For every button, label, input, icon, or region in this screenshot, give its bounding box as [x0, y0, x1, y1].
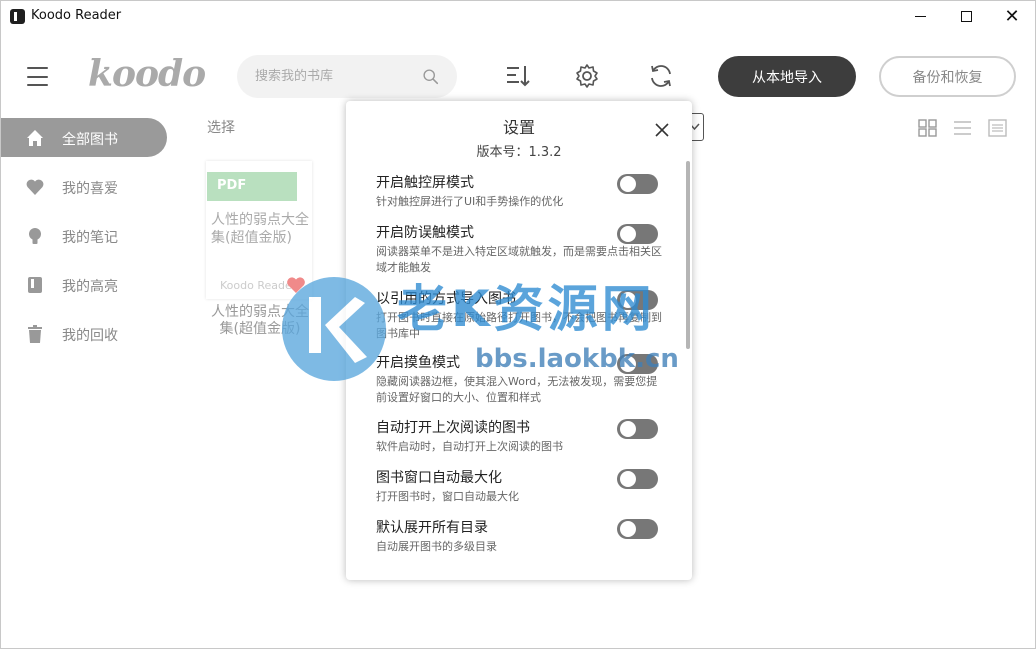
- version-label: 版本号：1.3.2: [476, 145, 562, 160]
- setting-desc: 打开图书时，窗口自动最大化: [376, 490, 519, 503]
- auto-maximize-toggle[interactable]: [617, 469, 658, 489]
- trash-icon: [28, 325, 42, 343]
- search-icon[interactable]: [422, 68, 439, 85]
- setting-desc: 软件启动时，自动打开上次阅读的图书: [376, 440, 563, 453]
- sidebar-item-highlights[interactable]: 我的高亮: [1, 265, 167, 304]
- close-window-button[interactable]: ✕: [989, 1, 1035, 32]
- book-format-badge: PDF: [207, 172, 297, 201]
- dialog-scrollbar[interactable]: [686, 161, 690, 349]
- anti-mistouch-toggle[interactable]: [617, 224, 658, 244]
- setting-desc: 打开图书时直接在原始路径打开图书，不会把图书再复制到图书库中: [376, 311, 662, 340]
- cover-view-icon[interactable]: [988, 119, 1007, 137]
- sidebar-item-label: 我的高亮: [62, 279, 118, 295]
- heart-icon: [26, 179, 44, 195]
- minimize-icon: [914, 16, 926, 17]
- app-window: Koodo Reader ✕ koodo 从本地导入 备份和恢复 全部图书: [0, 0, 1036, 649]
- sidebar-item-notes[interactable]: 我的笔记: [1, 216, 167, 255]
- minimize-button[interactable]: [897, 1, 943, 32]
- close-dialog-icon[interactable]: [652, 120, 672, 140]
- settings-dialog: 设置 版本号：1.3.2 开启触控屏模式 针对触控屏进行了UI和手势操作的优化 …: [346, 101, 692, 580]
- list-view-icon[interactable]: [953, 119, 972, 137]
- window-title: Koodo Reader: [31, 8, 122, 23]
- book-cover-title: 人性的弱点大全集(超值金版): [211, 212, 309, 246]
- sidebar-item-label: 我的笔记: [62, 230, 118, 246]
- highlight-book-icon: [28, 277, 42, 293]
- open-last-book-toggle[interactable]: [617, 419, 658, 439]
- sort-icon[interactable]: [505, 63, 531, 89]
- import-local-button[interactable]: 从本地导入: [718, 56, 856, 97]
- touch-mode-toggle[interactable]: [617, 174, 658, 194]
- stealth-mode-toggle[interactable]: [617, 354, 658, 374]
- search-input[interactable]: [255, 66, 415, 86]
- book-title[interactable]: 人性的弱点大全集(超值金版): [206, 304, 314, 338]
- sidebar-item-label: 我的回收: [62, 328, 118, 344]
- app-logo-icon: [10, 9, 25, 24]
- gear-icon[interactable]: [574, 63, 600, 89]
- home-icon: [27, 130, 43, 146]
- backup-restore-button[interactable]: 备份和恢复: [879, 56, 1016, 97]
- book-cover-author: Koodo Reader: [220, 279, 297, 292]
- maximize-icon: [960, 11, 972, 22]
- maximize-button[interactable]: [943, 1, 989, 32]
- search-bar[interactable]: [237, 55, 457, 98]
- dialog-title: 设置: [502, 118, 535, 137]
- select-button[interactable]: 选择: [207, 117, 235, 137]
- close-icon: ✕: [1004, 5, 1020, 27]
- favorite-heart-icon[interactable]: [286, 276, 306, 294]
- setting-desc: 自动展开图书的多级目录: [376, 540, 497, 553]
- sidebar-item-all-books[interactable]: 全部图书: [1, 118, 167, 157]
- menu-icon[interactable]: [27, 67, 48, 86]
- import-by-reference-toggle[interactable]: [617, 290, 658, 310]
- sync-icon[interactable]: [648, 63, 674, 89]
- grid-view-icon[interactable]: [918, 119, 937, 137]
- sidebar-item-label: 我的喜爱: [62, 181, 118, 197]
- sidebar-item-label: 全部图书: [62, 132, 118, 148]
- expand-toc-toggle[interactable]: [617, 519, 658, 539]
- setting-desc: 阅读器菜单不是进入特定区域就触发，而是需要点击相关区域才能触发: [376, 245, 662, 274]
- book-card[interactable]: PDF 人性的弱点大全集(超值金版) Koodo Reader: [206, 161, 312, 299]
- setting-desc: 隐藏阅读器边框，使其混入Word，无法被发现，需要您提前设置好窗口的大小、位置和…: [376, 375, 658, 404]
- sidebar-item-trash[interactable]: 我的回收: [1, 314, 167, 353]
- title-bar: Koodo Reader ✕: [1, 1, 1035, 32]
- setting-desc: 针对触控屏进行了UI和手势操作的优化: [376, 195, 564, 208]
- sidebar-item-favorites[interactable]: 我的喜爱: [1, 167, 167, 206]
- koodo-logo: koodo: [88, 53, 206, 95]
- bulb-icon: [29, 228, 41, 244]
